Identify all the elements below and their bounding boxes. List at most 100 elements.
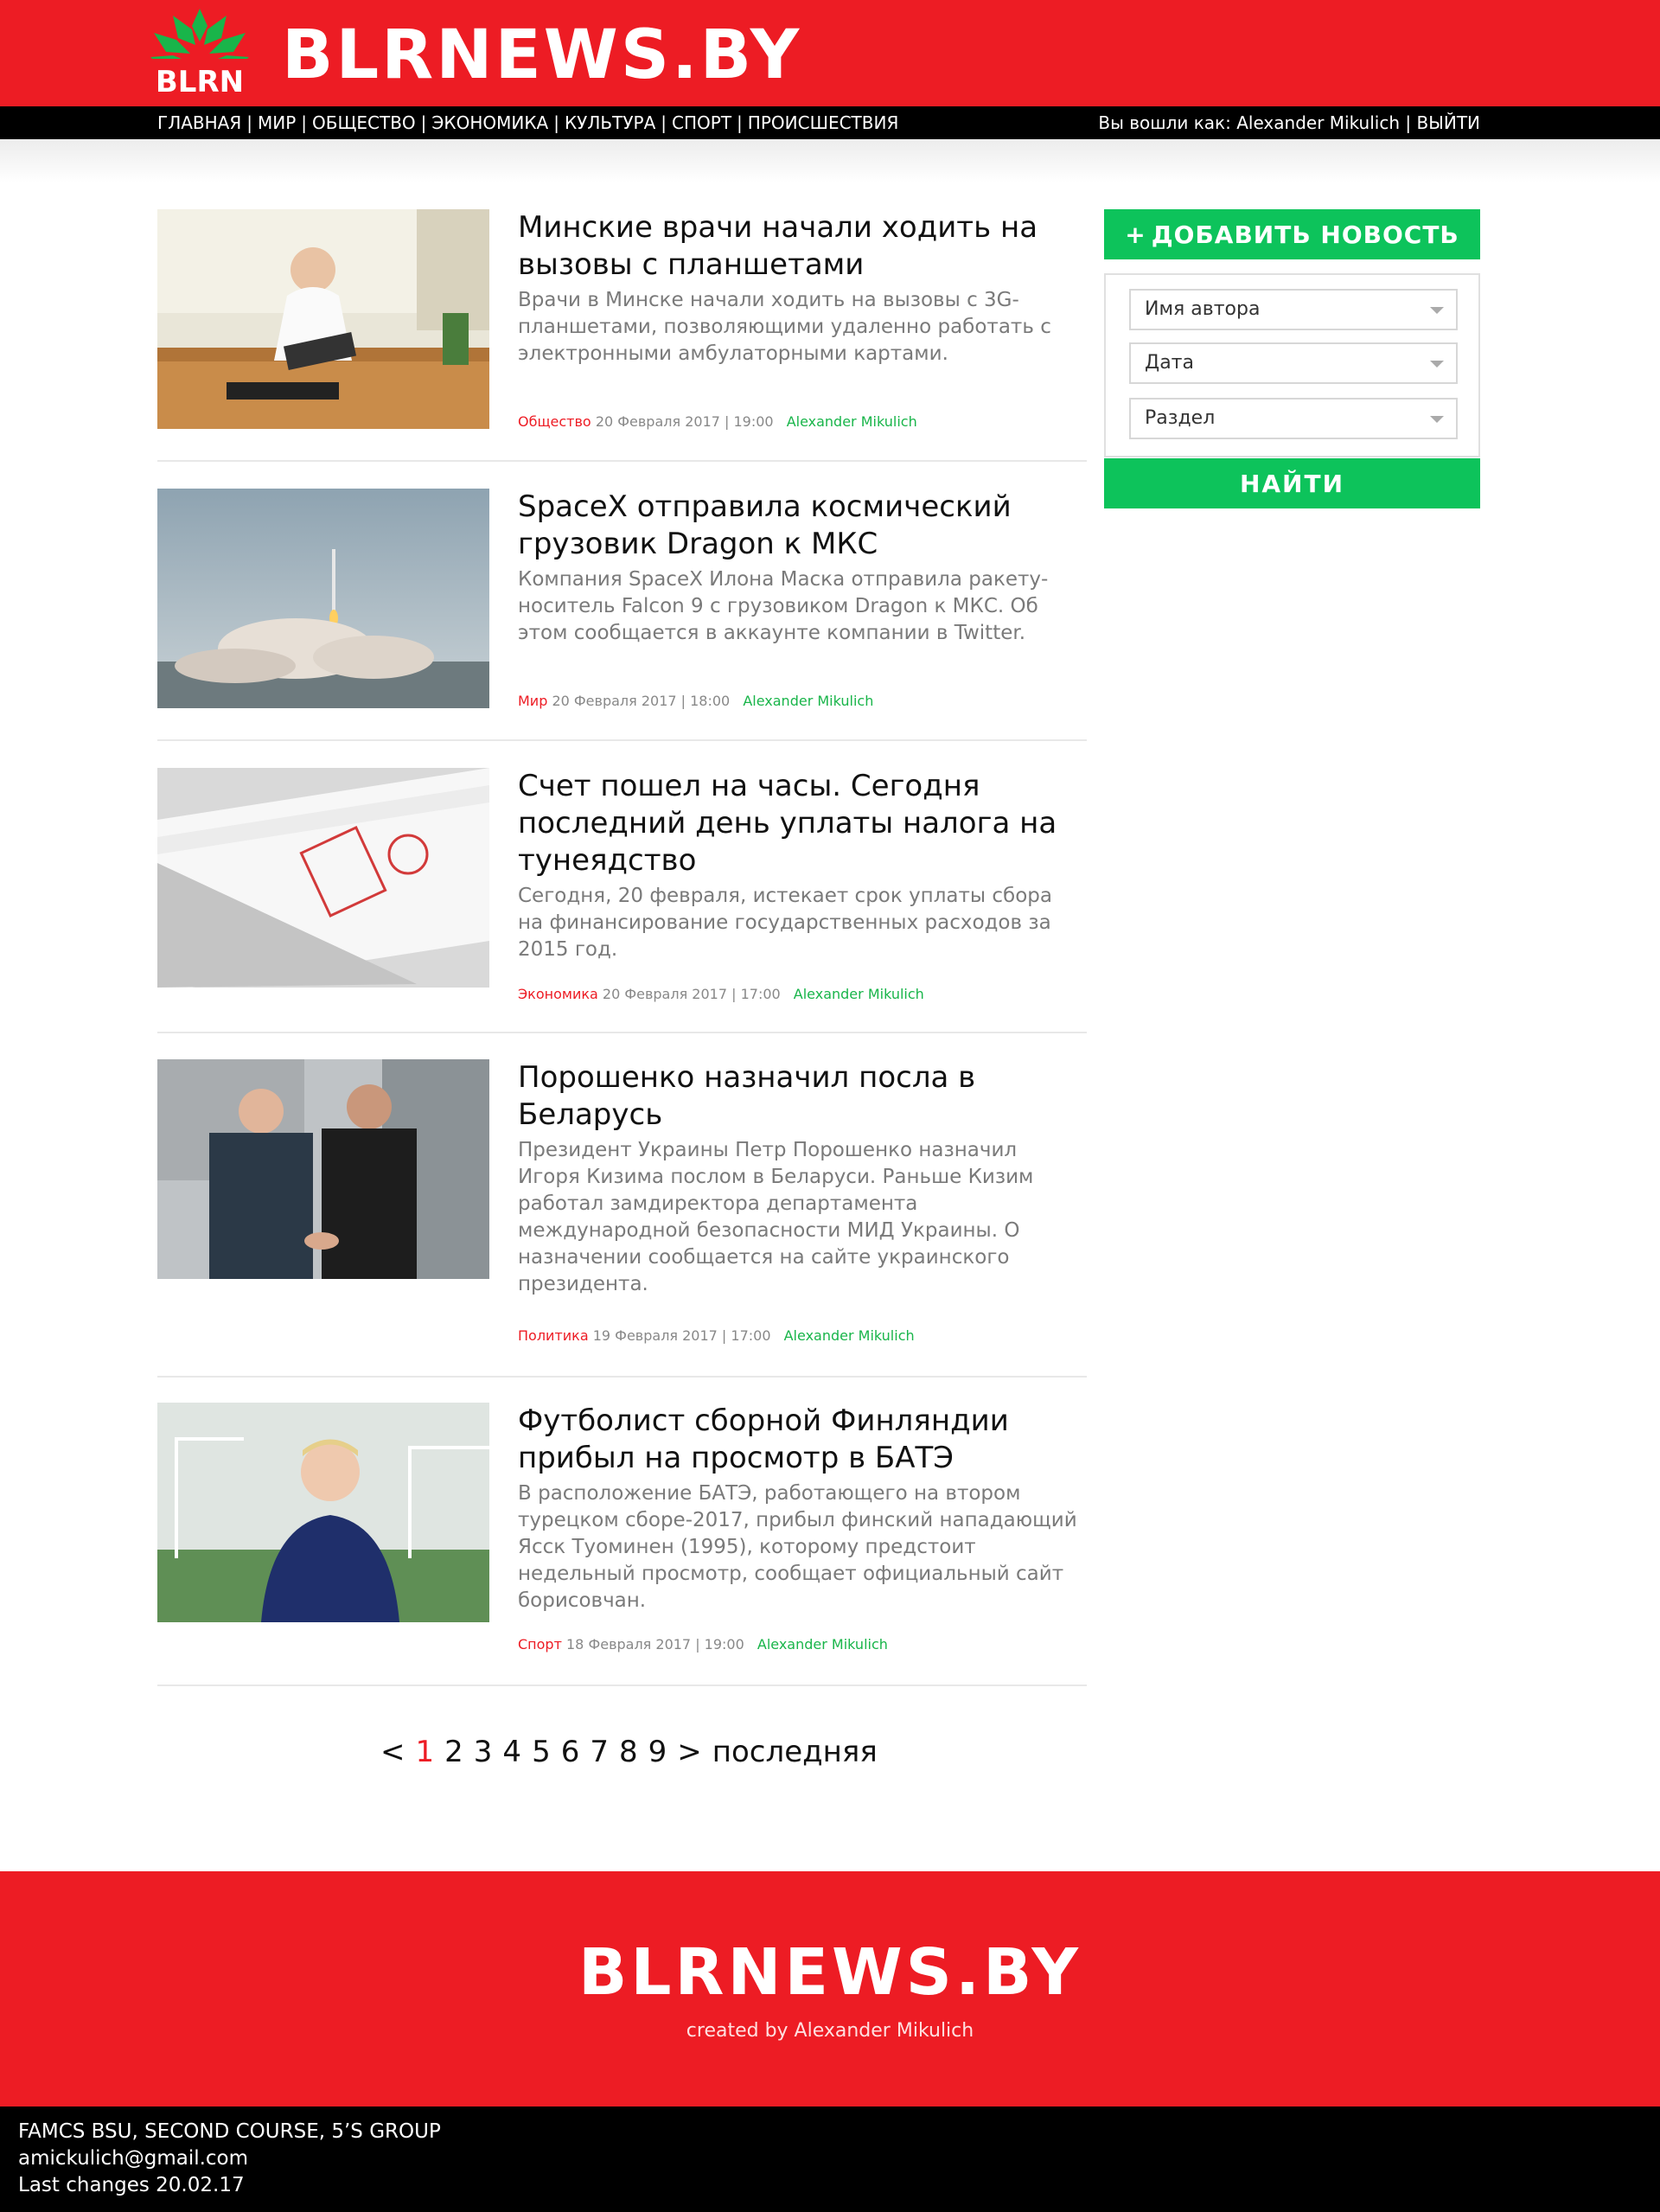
footer-credit: created by Alexander Mikulich bbox=[686, 2020, 974, 2042]
prev-page-link[interactable]: < bbox=[380, 1735, 405, 1769]
brand-title[interactable]: BLRNEWS.BY bbox=[282, 12, 801, 99]
article-date: 20 Февраля 2017 | 18:00 bbox=[552, 693, 731, 709]
article-category[interactable]: Политика bbox=[518, 1327, 589, 1344]
nav-item-culture[interactable]: КУЛЬТУРА bbox=[559, 106, 661, 139]
header-shadow bbox=[0, 139, 1660, 182]
main-navbar: ГЛАВНАЯ | МИР | ОБЩЕСТВО | ЭКОНОМИКА | КУЛЬТ… bbox=[0, 106, 1660, 143]
article-date: 19 Февраля 2017 | 17:00 bbox=[592, 1327, 771, 1344]
article-meta: Мир 20 Февраля 2017 | 18:00 Alexander Mi… bbox=[518, 693, 873, 709]
nav-item-economy[interactable]: ЭКОНОМИКА bbox=[426, 106, 553, 139]
nav-item-incidents[interactable]: ПРОИСШЕСТВИЯ bbox=[743, 106, 904, 139]
footer-line: FAMCS BSU, SECOND COURSE, 5’S GROUP bbox=[18, 2120, 441, 2143]
next-page-link[interactable]: > bbox=[677, 1735, 702, 1769]
site-header: BLRN BLRNEWS.BY bbox=[0, 0, 1660, 106]
article-meta: Политика 19 Февраля 2017 | 17:00 Alexand… bbox=[518, 1327, 915, 1344]
page-link[interactable]: 6 bbox=[561, 1735, 580, 1769]
nav-item-sport[interactable]: СПОРТ bbox=[667, 106, 737, 139]
blrn-logo[interactable]: BLRN bbox=[147, 7, 252, 99]
article-author[interactable]: Alexander Mikulich bbox=[787, 413, 917, 430]
article-category[interactable]: Мир bbox=[518, 693, 547, 709]
article-excerpt: Президент Украины Петр Порошенко назначи… bbox=[518, 1139, 1034, 1295]
user-separator: | bbox=[1405, 112, 1412, 133]
nav-separator: | bbox=[661, 112, 667, 133]
filter-panel: Имя автора Дата Раздел bbox=[1104, 273, 1480, 457]
last-page-link[interactable]: последняя bbox=[712, 1735, 878, 1769]
bottom-bar: FAMCS BSU, SECOND COURSE, 5’S GROUP amic… bbox=[0, 2107, 1660, 2212]
article-meta: Общество 20 Февраля 2017 | 19:00 Alexand… bbox=[518, 413, 917, 430]
add-news-label: ДОБАВИТЬ НОВОСТЬ bbox=[1151, 220, 1459, 249]
nav-separator: | bbox=[246, 112, 253, 133]
page-link[interactable]: 8 bbox=[619, 1735, 638, 1769]
page-link[interactable]: 7 bbox=[590, 1735, 609, 1769]
article-item: Порошенко назначил посла в Беларусь През… bbox=[157, 1059, 1087, 1362]
chevron-down-icon bbox=[1430, 361, 1444, 368]
nav-menu: ГЛАВНАЯ | МИР | ОБЩЕСТВО | ЭКОНОМИКА | КУЛЬТ… bbox=[157, 106, 904, 143]
article-excerpt: Сегодня, 20 февраля, истекает срок уплат… bbox=[518, 885, 1052, 961]
article-title[interactable]: Счет пошел на часы. Сегодня последний де… bbox=[518, 768, 1071, 879]
article-title[interactable]: Футболист сборной Финляндии прибыл на пр… bbox=[518, 1403, 1071, 1477]
find-button[interactable]: НАЙТИ bbox=[1104, 458, 1480, 508]
article-image-handshake[interactable] bbox=[157, 1059, 489, 1279]
article-author[interactable]: Alexander Mikulich bbox=[784, 1327, 915, 1344]
article-category[interactable]: Спорт bbox=[518, 1636, 562, 1653]
article-image-doctor[interactable] bbox=[157, 209, 489, 429]
article-meta: Экономика 20 Февраля 2017 | 17:00 Alexan… bbox=[518, 986, 924, 1002]
article-meta: Спорт 18 Февраля 2017 | 19:00 Alexander … bbox=[518, 1636, 888, 1653]
pagination: < 1 2 3 4 5 6 7 8 9 > последняя bbox=[380, 1732, 878, 1772]
article-date: 18 Февраля 2017 | 19:00 bbox=[566, 1636, 744, 1653]
page-link[interactable]: 2 bbox=[444, 1735, 463, 1769]
article-excerpt: Компания SpaceX Илона Маска отправила ра… bbox=[518, 568, 1049, 644]
footer-email[interactable]: amickulich@gmail.com bbox=[18, 2145, 248, 2172]
add-news-button[interactable]: + ДОБАВИТЬ НОВОСТЬ bbox=[1104, 209, 1480, 259]
article-image-envelopes[interactable] bbox=[157, 768, 489, 988]
article-date: 20 Февраля 2017 | 17:00 bbox=[602, 986, 781, 1002]
article-category[interactable]: Экономика bbox=[518, 986, 598, 1002]
svg-text:BLRN: BLRN bbox=[156, 65, 244, 99]
nav-separator: | bbox=[737, 112, 743, 133]
footer-brand[interactable]: BLRNEWS.BY bbox=[0, 1934, 1660, 2011]
user-name-link[interactable]: Alexander Mikulich bbox=[1236, 112, 1400, 133]
article-image-rocket[interactable] bbox=[157, 489, 489, 708]
user-area: Вы вошли как: Alexander Mikulich | ВЫЙТИ bbox=[1098, 106, 1480, 139]
page-link-current[interactable]: 1 bbox=[416, 1735, 435, 1769]
article-author[interactable]: Alexander Mikulich bbox=[743, 693, 873, 709]
article-excerpt: В расположение БАТЭ, работающего на втор… bbox=[518, 1482, 1077, 1612]
footer-line: Last changes 20.02.17 bbox=[18, 2174, 245, 2196]
plus-icon: + bbox=[1125, 220, 1146, 249]
section-select[interactable]: Раздел bbox=[1129, 398, 1458, 439]
article-item: Футболист сборной Финляндии прибыл на пр… bbox=[157, 1403, 1087, 1662]
article-category[interactable]: Общество bbox=[518, 413, 591, 430]
article-divider bbox=[157, 460, 1087, 462]
article-item: SpaceX отправила космический грузовик Dr… bbox=[157, 489, 1087, 713]
author-select[interactable]: Имя автора bbox=[1129, 289, 1458, 330]
article-title[interactable]: SpaceX отправила космический грузовик Dr… bbox=[518, 489, 1071, 563]
article-item: Минские врачи начали ходить на вызовы с … bbox=[157, 209, 1087, 434]
nav-item-main[interactable]: ГЛАВНАЯ bbox=[157, 106, 246, 143]
article-excerpt: Врачи в Минске начали ходить на вызовы с… bbox=[518, 289, 1051, 365]
user-label: Вы вошли как: bbox=[1098, 112, 1231, 133]
article-title[interactable]: Минские врачи начали ходить на вызовы с … bbox=[518, 209, 1071, 284]
author-select-value: Имя автора bbox=[1145, 298, 1261, 320]
article-date: 20 Февраля 2017 | 19:00 bbox=[595, 413, 774, 430]
section-select-value: Раздел bbox=[1145, 407, 1216, 429]
nav-separator: | bbox=[301, 112, 308, 133]
chevron-down-icon bbox=[1430, 416, 1444, 423]
date-select-value: Дата bbox=[1145, 352, 1194, 374]
article-author[interactable]: Alexander Mikulich bbox=[757, 1636, 888, 1653]
date-select[interactable]: Дата bbox=[1129, 342, 1458, 384]
page-link[interactable]: 4 bbox=[502, 1735, 521, 1769]
article-divider bbox=[157, 1032, 1087, 1033]
page-link[interactable]: 9 bbox=[648, 1735, 667, 1769]
page-link[interactable]: 5 bbox=[532, 1735, 551, 1769]
article-author[interactable]: Alexander Mikulich bbox=[794, 986, 924, 1002]
chevron-down-icon bbox=[1430, 307, 1444, 314]
article-image-footballer[interactable] bbox=[157, 1403, 489, 1622]
article-item: Счет пошел на часы. Сегодня последний де… bbox=[157, 768, 1087, 1027]
page-link[interactable]: 3 bbox=[474, 1735, 493, 1769]
nav-item-society[interactable]: ОБЩЕСТВО bbox=[307, 106, 421, 139]
nav-item-world[interactable]: МИР bbox=[252, 106, 301, 139]
article-title[interactable]: Порошенко назначил посла в Беларусь bbox=[518, 1059, 1071, 1134]
nav-separator: | bbox=[420, 112, 427, 133]
article-divider bbox=[157, 1376, 1087, 1378]
logout-link[interactable]: ВЫЙТИ bbox=[1416, 112, 1480, 133]
